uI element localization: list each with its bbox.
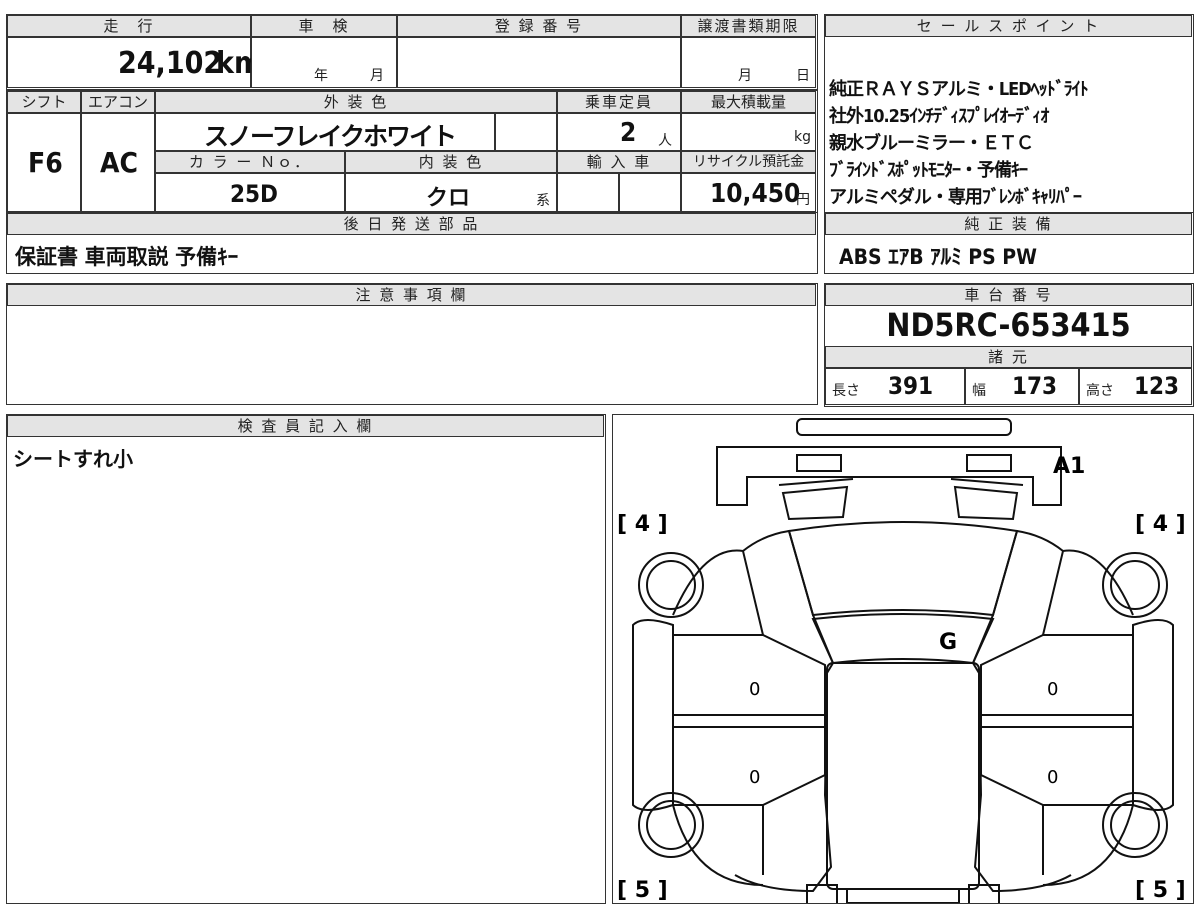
transfer-deadline-header: 譲渡書類期限	[681, 15, 816, 37]
genuine-equipment-section: 純 正 装 備 ABS ｴｱB ｱﾙﾐ PS PW	[824, 212, 1194, 274]
height-cell: 高さ 123	[1079, 368, 1192, 405]
color-no-cell: 25D	[155, 173, 345, 212]
genuine-equipment-header: 純 正 装 備	[825, 213, 1192, 235]
interior-color-suffix: 系	[536, 193, 550, 209]
sales-point-line-3: 親水ブルーミラー・ＥＴＣ	[829, 133, 1034, 154]
shaken-year: 年	[314, 68, 328, 84]
damage-mark-a1: A1	[1053, 454, 1085, 479]
capacity-unit: 人	[658, 133, 672, 149]
delivery-parts-header: 後 日 発 送 部 品	[7, 213, 816, 235]
ac-cell: AC	[81, 113, 155, 212]
shift-header: シフト	[7, 91, 81, 113]
sales-point-line-2: 社外10.25ｲﾝﾁﾃﾞｨｽﾌﾟﾚｲｵｰﾃﾞｨｵ	[829, 106, 1049, 127]
tire-rear-left-label: [ 5 ]	[617, 878, 668, 903]
height-label: 高さ	[1086, 383, 1114, 399]
door-mark-3: 0	[749, 767, 760, 788]
transfer-day: 日	[796, 68, 810, 84]
ac-header: エアコン	[81, 91, 155, 113]
tire-front-left-label: [ 4 ]	[617, 512, 668, 537]
width-label: 幅	[972, 383, 986, 399]
genuine-equipment-value: ABS ｴｱB ｱﾙﾐ PS PW	[839, 245, 1037, 269]
notes-section: 注 意 事 項 欄	[6, 283, 818, 405]
capacity-value: 2	[620, 118, 637, 148]
inspector-comment: シートすれ小	[13, 447, 133, 471]
capacity-header: 乗車定員	[557, 91, 681, 113]
door-mark-2: 0	[1047, 679, 1058, 700]
shift-cell: F6	[7, 113, 81, 212]
mileage-cell: 24,102 km	[7, 37, 262, 88]
delivery-parts-value: 保証書 車両取説 予備ｷｰ	[15, 245, 239, 269]
door-mark-4: 0	[1047, 767, 1058, 788]
length-value: 391	[888, 372, 934, 400]
length-cell: 長さ 391	[825, 368, 965, 405]
height-value: 123	[1134, 372, 1180, 400]
registration-cell	[397, 37, 681, 88]
sales-point-line-1: 純正ＲＡＹＳアルミ・LEDﾍｯﾄﾞﾗｲﾄ	[829, 79, 1089, 100]
chassis-number-value: ND5RC-653415	[886, 306, 1131, 344]
recycle-deposit-cell: 10,450 円	[681, 173, 816, 212]
sales-point-line-5: アルミペダル・専用ﾌﾞﾚﾝﾎﾞｷｬﾘﾊﾟｰ	[829, 187, 1082, 208]
shaken-month: 月	[370, 68, 384, 84]
max-load-cell: kg	[681, 113, 816, 151]
transfer-deadline-cell: 月 日	[681, 37, 816, 88]
color-no-header: カ ラ ー Ｎｏ．	[155, 151, 345, 173]
shaken-header: 車 検	[251, 15, 397, 37]
exterior-color-header: 外 装 色	[155, 91, 557, 113]
inspector-header: 検 査 員 記 入 欄	[7, 415, 604, 437]
length-label: 長さ	[832, 383, 860, 399]
width-cell: 幅 173	[965, 368, 1079, 405]
ac-value: AC	[100, 146, 138, 179]
exterior-color-extra-cell	[495, 113, 557, 151]
recycle-deposit-header: リサイクル預託金	[681, 151, 816, 173]
sales-point-header: セ ー ル ス ポ イ ン ト	[825, 15, 1192, 37]
notes-header: 注 意 事 項 欄	[7, 284, 816, 306]
chassis-number-header: 車 台 番 号	[825, 284, 1192, 306]
damage-mark-g: G	[939, 630, 957, 655]
import-cell-right	[619, 173, 681, 212]
import-header: 輸 入 車	[557, 151, 681, 173]
chassis-number-section: 車 台 番 号 ND5RC-653415 諸 元 長さ 391 幅 173 高さ…	[824, 283, 1194, 407]
recycle-deposit-unit: 円	[796, 192, 810, 208]
door-mark-1: 0	[749, 679, 760, 700]
transfer-month: 月	[738, 68, 752, 84]
import-cell-left	[557, 173, 619, 212]
mileage-value: 24,102	[118, 46, 223, 81]
shaken-cell: 年 月	[251, 37, 397, 88]
tire-front-right-label: [ 4 ]	[1135, 512, 1186, 537]
delivery-parts-section: 後 日 発 送 部 品 保証書 車両取説 予備ｷｰ	[6, 212, 818, 274]
capacity-cell: 2 人	[557, 113, 681, 151]
shift-value: F6	[28, 146, 63, 179]
specs-header: 諸 元	[825, 346, 1192, 368]
interior-color-header: 内 装 色	[345, 151, 557, 173]
car-damage-diagram: [ 4 ] [ 4 ] [ 5 ] [ 5 ] A1 G 0 0 0 0	[612, 414, 1194, 904]
vehicle-spec-table: シフト エアコン 外 装 色 乗車定員 最大積載量 F6 AC スノーフレイクホ…	[6, 90, 818, 214]
vehicle-info-table: 走 行 車 検 登 録 番 号 譲渡書類期限 24,102 km 年 月 月 日	[6, 14, 818, 90]
color-no-value: 25D	[230, 180, 278, 208]
width-value: 173	[1012, 372, 1058, 400]
registration-header: 登 録 番 号	[397, 15, 681, 37]
exterior-color-cell: スノーフレイクホワイトパ゜ール	[155, 113, 495, 187]
mileage-header: 走 行	[7, 15, 251, 37]
sales-point-line-4: ﾌﾞﾗｲﾝﾄﾞｽﾎﾟｯﾄﾓﾆﾀｰ・予備ｷｰ	[829, 160, 1028, 181]
recycle-deposit-value: 10,450	[710, 179, 801, 209]
max-load-header: 最大積載量	[681, 91, 816, 113]
sales-point-section: セ ー ル ス ポ イ ン ト 純正ＲＡＹＳアルミ・LEDﾍｯﾄﾞﾗｲﾄ 社外1…	[824, 14, 1194, 214]
max-load-unit: kg	[794, 129, 811, 145]
car-outline-drawing: [ 4 ] [ 4 ] [ 5 ] [ 5 ] A1 G 0 0 0 0	[617, 418, 1186, 903]
tire-rear-right-label: [ 5 ]	[1135, 878, 1186, 903]
inspector-section: 検 査 員 記 入 欄 シートすれ小	[6, 414, 606, 904]
interior-color-value: クロ	[426, 186, 471, 211]
interior-color-cell: クロ 系	[345, 173, 557, 212]
